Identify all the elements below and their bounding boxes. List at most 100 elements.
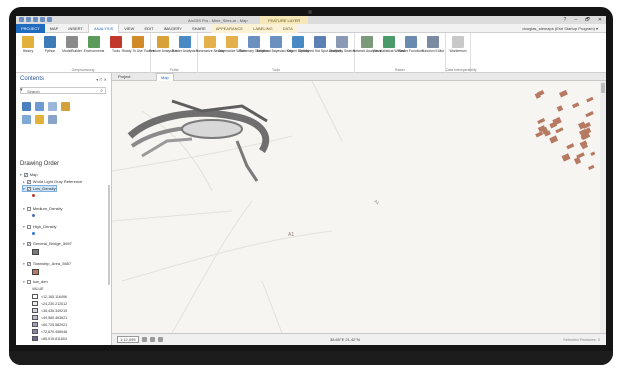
parcel-polygon[interactable] bbox=[549, 135, 559, 144]
legend-class-item[interactable]: <85,015.811604 bbox=[32, 336, 67, 341]
tab-map[interactable]: Map bbox=[156, 73, 174, 81]
layer-item[interactable]: ▾ ✓ Township_Area_5657 bbox=[23, 261, 71, 266]
legend-swatch bbox=[32, 315, 38, 320]
layer-visibility-checkbox[interactable] bbox=[26, 279, 31, 284]
ribbon-tab-analysis[interactable]: ANALYSIS bbox=[87, 23, 120, 33]
selected-features-count[interactable]: Selected Features: 0 bbox=[563, 337, 600, 342]
search-icon[interactable]: ⌕ bbox=[100, 88, 103, 94]
legend-class-item[interactable]: <49,580.463621 bbox=[32, 315, 67, 320]
layer-symbol[interactable] bbox=[32, 249, 39, 255]
layer-name: General_Bridge_5657 bbox=[32, 241, 72, 246]
tab-project[interactable]: Project bbox=[114, 73, 134, 81]
save-icon[interactable] bbox=[33, 17, 38, 22]
ribbon-tab-labeling[interactable]: LABELING bbox=[248, 23, 278, 33]
parcel-polygon[interactable] bbox=[561, 153, 571, 162]
layer-name: Township_Area_5657 bbox=[32, 261, 72, 266]
camera-dot bbox=[308, 10, 312, 14]
layer-item[interactable]: ▾ ✓ General_Bridge_5657 bbox=[23, 241, 72, 246]
expand-arrow-icon[interactable]: ▸ bbox=[23, 180, 25, 184]
collapse-arrow-icon[interactable]: ▾ bbox=[23, 262, 25, 266]
list-by-snapping-icon[interactable] bbox=[22, 115, 31, 124]
layer-item[interactable]: ▾ High_Density bbox=[23, 224, 57, 229]
layer-visibility-checkbox[interactable] bbox=[26, 206, 31, 211]
list-by-drawing-order-icon[interactable] bbox=[22, 102, 31, 111]
legend-class-item[interactable]: <36,435.349219 bbox=[32, 308, 67, 313]
legend-class-item[interactable]: <60,725.582021 bbox=[32, 322, 67, 327]
layer-symbol[interactable] bbox=[32, 194, 35, 197]
laptop-device-frame: ArcGIS Pro - Mine_Sites.ar - Map FEATURE… bbox=[9, 7, 613, 365]
parcel-polygon[interactable] bbox=[586, 96, 594, 103]
parcel-polygon[interactable] bbox=[576, 152, 585, 159]
layer-symbol[interactable] bbox=[32, 232, 35, 235]
layer-item[interactable]: ▾ ✓ Low_Density bbox=[22, 185, 57, 192]
parcel-polygon[interactable] bbox=[537, 118, 546, 125]
layer-visibility-checkbox[interactable]: ✓ bbox=[26, 261, 31, 266]
collapse-arrow-icon[interactable]: ▾ bbox=[23, 187, 25, 191]
collapse-arrow-icon[interactable]: ▾ bbox=[23, 242, 25, 246]
layer-item[interactable]: ▾ low_den bbox=[23, 279, 48, 284]
layer-visibility-checkbox[interactable]: ✓ bbox=[23, 172, 28, 177]
fixed-scale-icon[interactable] bbox=[142, 337, 147, 342]
pause-drawing-icon[interactable] bbox=[158, 337, 163, 342]
list-by-selection-icon[interactable] bbox=[48, 102, 57, 111]
ribbon-tab-edit[interactable]: EDIT bbox=[139, 24, 158, 33]
scroll-thumb[interactable] bbox=[601, 83, 605, 93]
basemap-roads bbox=[112, 81, 343, 333]
map-view-canvas[interactable]: A1 A1 bbox=[112, 81, 600, 333]
layer-visibility-checkbox[interactable]: ✓ bbox=[26, 241, 31, 246]
layer-item[interactable]: ▸ ✓ World Light Gray Reference bbox=[23, 179, 82, 184]
pane-controls[interactable]: ▾ ⊓ ✕ bbox=[96, 77, 107, 82]
layer-visibility-checkbox[interactable] bbox=[26, 224, 31, 229]
map-vertical-scrollbar[interactable] bbox=[600, 81, 606, 333]
list-by-source-icon[interactable] bbox=[35, 102, 44, 111]
ribbon-tab-appearance[interactable]: APPEARANCE bbox=[210, 23, 249, 33]
list-by-perspective-icon[interactable] bbox=[48, 115, 57, 124]
legend-class-item[interactable]: <24,230.212012 bbox=[32, 301, 67, 306]
ribbon-tab-view[interactable]: VIEW bbox=[119, 24, 139, 33]
list-by-labeling-icon[interactable] bbox=[35, 115, 44, 124]
legend-class-item[interactable]: <12,165.116496 bbox=[32, 294, 67, 299]
parcel-polygon[interactable] bbox=[588, 164, 595, 171]
contents-pane: Contents ▾ ⊓ ✕ ▾ Search ⌕ Drawing Order … bbox=[16, 73, 112, 345]
new-project-icon[interactable] bbox=[19, 17, 24, 22]
signin-user[interactable]: douglas_stemaps (Esri Startup Program) ▾ bbox=[522, 26, 598, 31]
status-tools bbox=[142, 337, 163, 342]
collapse-arrow-icon[interactable]: ▾ bbox=[23, 225, 25, 229]
collapse-arrow-icon[interactable]: ▾ bbox=[20, 173, 22, 177]
filter-icon[interactable]: ▾ bbox=[20, 87, 23, 93]
parcel-polygon[interactable] bbox=[566, 143, 575, 150]
legend-class-item[interactable]: <72,870.458048 bbox=[32, 329, 67, 334]
parcel-polygon[interactable] bbox=[572, 102, 580, 109]
redo-icon[interactable] bbox=[47, 17, 52, 22]
ribbon-tab-imagery[interactable]: IMAGERY bbox=[159, 24, 187, 33]
parcel-polygon[interactable] bbox=[535, 131, 544, 138]
grid-icon[interactable] bbox=[150, 337, 155, 342]
parcel-polygon[interactable] bbox=[590, 151, 596, 157]
ribbon-tab-share[interactable]: SHARE bbox=[187, 24, 211, 33]
open-project-icon[interactable] bbox=[26, 17, 31, 22]
layer-item[interactable]: ▾ Medium_Density bbox=[23, 206, 63, 211]
list-by-editing-icon[interactable] bbox=[61, 102, 70, 111]
layer-item[interactable]: ▾ ✓ Map bbox=[20, 172, 38, 177]
ribbon-tab-data[interactable]: DATA bbox=[277, 23, 298, 33]
legend-swatch bbox=[32, 301, 38, 306]
layer-visibility-checkbox[interactable]: ✓ bbox=[26, 186, 31, 191]
map-scale-selector[interactable]: 1:12,095 bbox=[117, 336, 139, 343]
ribbon-tab-map[interactable]: MAP bbox=[45, 24, 64, 33]
collapse-arrow-icon[interactable]: ▾ bbox=[23, 280, 25, 284]
ribbon-tab-insert[interactable]: INSERT bbox=[63, 24, 88, 33]
parcel-polygon[interactable] bbox=[585, 111, 594, 118]
parcel-polygon[interactable] bbox=[556, 105, 564, 112]
layer-visibility-checkbox[interactable]: ✓ bbox=[26, 179, 31, 184]
collapse-arrow-icon[interactable]: ▾ bbox=[23, 207, 25, 211]
contents-search-input[interactable]: ▾ Search ⌕ bbox=[20, 87, 106, 94]
parcel-polygon[interactable] bbox=[555, 127, 564, 134]
ribbon-tab-project[interactable]: PROJECT bbox=[16, 23, 45, 33]
contents-scrollbar[interactable] bbox=[108, 185, 110, 285]
geostat-wizard-icon bbox=[383, 36, 395, 48]
network-analysis-icon bbox=[361, 36, 373, 48]
parcel-polygon[interactable] bbox=[559, 89, 568, 98]
undo-icon[interactable] bbox=[40, 17, 45, 22]
layer-symbol[interactable] bbox=[32, 214, 35, 217]
layer-symbol[interactable] bbox=[32, 269, 39, 275]
